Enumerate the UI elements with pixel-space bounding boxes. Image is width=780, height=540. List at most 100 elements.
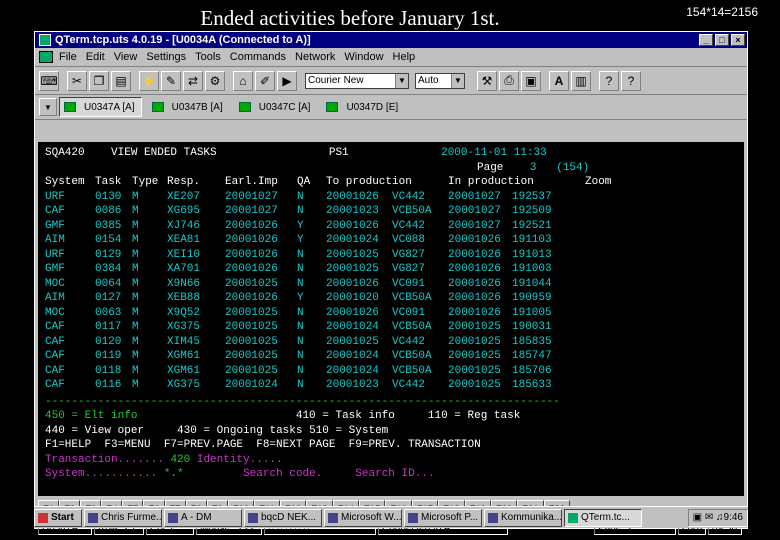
table-cell: M — [132, 306, 139, 319]
table-cell: 0127 — [95, 292, 122, 304]
session-tab-d[interactable]: U0347D [E] — [322, 98, 404, 116]
table-cell: M — [132, 379, 139, 391]
table-cell: 20001025 — [326, 248, 379, 261]
table-cell: 0385 — [95, 219, 122, 232]
font-combo[interactable]: Courier New ▼ — [305, 72, 409, 89]
page-indicator: Page 3 (154) — [477, 162, 590, 174]
taskbar-item-2[interactable]: A - DM — [164, 508, 242, 527]
session-label: U0347A [A] — [84, 101, 135, 113]
session-tab-c[interactable]: U0347C [A] — [235, 98, 317, 116]
table-cell: 191003 — [512, 263, 552, 275]
tray-icons[interactable]: ▣ ✉ ♫ — [693, 512, 724, 523]
run-icon[interactable]: ▶ — [277, 70, 297, 91]
cut-icon[interactable]: ✂ — [67, 70, 87, 91]
transaction-line[interactable]: Transaction....... 420 Identity..... — [45, 453, 283, 468]
document-icon[interactable] — [39, 51, 53, 63]
tools-icon[interactable]: ⚒ — [477, 70, 497, 91]
menu-help[interactable]: Help — [393, 51, 416, 63]
table-cell: VC442 — [392, 190, 426, 203]
start-button[interactable]: Start — [34, 508, 82, 527]
menu-file[interactable]: File — [59, 51, 77, 63]
table-cell: VCB50A — [392, 350, 432, 362]
transfer-icon[interactable]: ⇄ — [183, 70, 203, 91]
system-code: PS1 — [328, 147, 349, 159]
terminal-screen[interactable]: SQA420 VIEW ENDED TASKS PS1 2000-11-01 1… — [38, 142, 744, 496]
host-icon[interactable]: ⌂ — [233, 70, 253, 91]
print-icon[interactable]: ⎙ — [499, 70, 519, 91]
option-line-2: 440 = View oper 430 = Ongoing tasks 510 … — [45, 425, 389, 437]
screen-title: VIEW ENDED TASKS — [111, 147, 217, 159]
settings-icon[interactable]: ⚙ — [205, 70, 225, 91]
menu-edit[interactable]: Edit — [86, 51, 105, 63]
menu-window[interactable]: Window — [344, 51, 383, 63]
table-cell: 20001024 — [326, 321, 379, 333]
table-cell: 20001025 — [448, 350, 501, 362]
table-cell: VC088 — [392, 234, 426, 246]
font-icon[interactable]: A — [549, 70, 569, 91]
table-cell: N — [297, 335, 304, 348]
close-button[interactable]: × — [731, 34, 745, 46]
table-cell: 191044 — [512, 277, 552, 290]
size-combo-value: Auto — [418, 75, 439, 86]
taskbar-item-1[interactable]: Chris Furme... — [84, 508, 162, 527]
table-cell: 20001026 — [225, 234, 278, 246]
table-cell: 20001026 — [225, 248, 278, 261]
dropdown-icon[interactable]: ▼ — [39, 98, 57, 116]
table-cell: XGM61 — [167, 364, 201, 377]
table-cell: 20001026 — [448, 292, 501, 304]
table-cell: N — [297, 321, 304, 333]
column-header: System — [45, 176, 85, 188]
table-cell: N — [297, 248, 304, 261]
taskbar-item-qterm[interactable]: QTerm.tc... — [564, 508, 642, 527]
taskbar-item-6[interactable]: Kommunika... — [484, 508, 562, 527]
context-help-icon[interactable]: ? — [621, 70, 641, 91]
record-icon[interactable]: ✎ — [161, 70, 181, 91]
table-cell: 20001026 — [448, 234, 501, 246]
table-cell: GMF — [45, 263, 65, 275]
save-icon[interactable]: ▣ — [521, 70, 541, 91]
session-icon — [64, 102, 76, 112]
size-combo[interactable]: Auto ▼ — [415, 72, 465, 89]
edit-icon[interactable]: ✐ — [255, 70, 275, 91]
session-label: U0347C [A] — [258, 101, 311, 113]
menu-commands[interactable]: Commands — [230, 51, 286, 63]
minimize-button[interactable]: _ — [699, 34, 713, 46]
menu-settings[interactable]: Settings — [146, 51, 186, 63]
chevron-down-icon: ▼ — [451, 73, 464, 88]
menu-network[interactable]: Network — [295, 51, 335, 63]
system-line[interactable]: System........... *.* Search code. Searc… — [45, 467, 435, 482]
copy-icon[interactable]: ❐ — [89, 70, 109, 91]
table-cell: Y — [297, 234, 304, 246]
table-cell: 20001026 — [448, 248, 501, 261]
app-icon — [488, 512, 498, 523]
windows-logo-icon — [38, 512, 48, 523]
maximize-button[interactable]: □ — [715, 34, 729, 46]
chart-icon[interactable]: ▥ — [571, 70, 591, 91]
table-cell: M — [132, 277, 139, 290]
table-cell: XG375 — [167, 321, 201, 333]
help-icon[interactable]: ? — [599, 70, 619, 91]
table-cell: M — [132, 205, 139, 217]
table-cell: 0064 — [95, 277, 122, 290]
table-cell: 0129 — [95, 248, 122, 261]
session-tab-a[interactable]: U0347A [A] — [59, 97, 142, 117]
slide-corner-note: 154*14=2156 — [686, 5, 758, 19]
taskbar-item-5[interactable]: Microsoft P... — [404, 508, 482, 527]
table-cell: 20001025 — [448, 364, 501, 377]
separator-line: ----------------------------------------… — [45, 396, 560, 408]
table-cell: 191013 — [512, 248, 552, 261]
keyboard-icon[interactable]: ⌨ — [39, 70, 59, 91]
menu-view[interactable]: View — [114, 51, 138, 63]
menu-tools[interactable]: Tools — [195, 51, 221, 63]
table-cell: M — [132, 292, 139, 304]
paste-icon[interactable]: ▤ — [111, 70, 131, 91]
macro-icon[interactable]: ⚡ — [139, 70, 159, 91]
table-cell: XE207 — [167, 190, 201, 203]
table-cell: XGM61 — [167, 350, 201, 362]
taskbar-item-3[interactable]: bqcD NEK... — [244, 508, 322, 527]
session-tab-b[interactable]: U0347B [A] — [148, 98, 229, 116]
taskbar-item-4[interactable]: Microsoft W... — [324, 508, 402, 527]
table-cell: 185706 — [512, 364, 552, 377]
title-bar[interactable]: QTerm.tcp.uts 4.0.19 - [U0034A (Connecte… — [35, 32, 747, 48]
table-cell: MOC — [45, 277, 65, 290]
